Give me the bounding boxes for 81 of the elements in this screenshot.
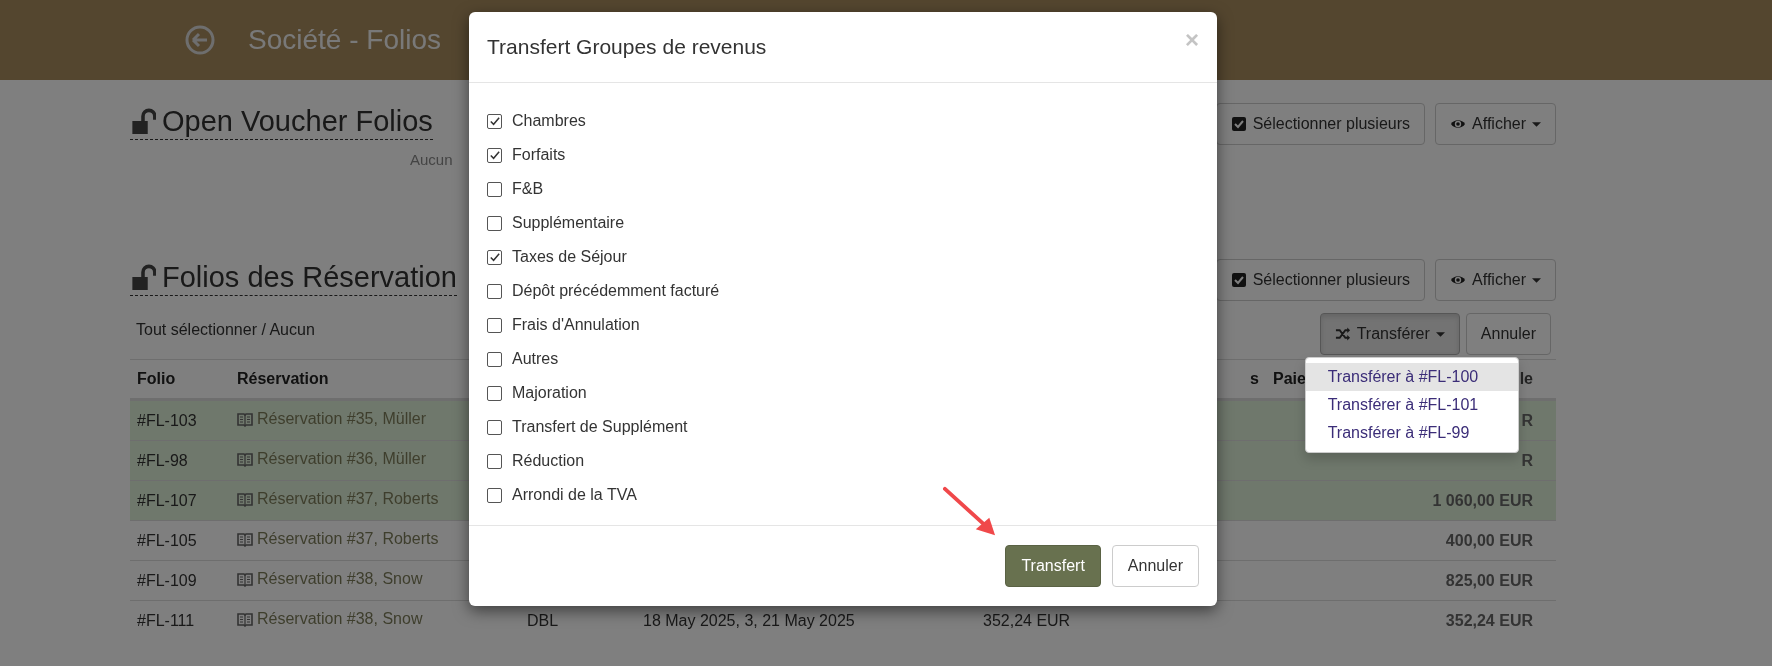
checkbox[interactable] <box>487 215 502 231</box>
table-cell: 18 May 2025, 3, 21 May 2025 <box>643 611 855 629</box>
book-icon <box>237 451 253 467</box>
column-header: Paie <box>1273 370 1306 387</box>
table-cell: R <box>1521 411 1533 429</box>
checkbox-label: Majoration <box>512 384 587 402</box>
reservation-link[interactable]: Réservation #38, Snow <box>257 570 423 588</box>
menu-item[interactable]: Transférer à #FL-99 <box>1305 419 1518 447</box>
column-header: Réservation <box>237 370 329 387</box>
checkbox-icon <box>1230 272 1247 288</box>
table-cell: #FL-109 <box>137 571 197 589</box>
table-cell: R <box>1521 451 1533 469</box>
cancel-button[interactable]: Annuler <box>1465 313 1551 355</box>
table-cell: 352,24 EUR <box>983 611 1071 629</box>
select-all-link[interactable]: Tout sélectionner / Aucun <box>130 313 315 339</box>
empty-message: Aucun <box>410 151 453 168</box>
unlock-icon <box>130 108 156 134</box>
menu-item[interactable]: Transférer à #FL-101 <box>1305 391 1518 419</box>
checkbox-icon <box>1230 116 1247 132</box>
table-cell: 400,00 EUR <box>1445 531 1533 549</box>
checkbox-label: Taxes de Séjour <box>512 248 627 266</box>
section-heading: Open Voucher Folios <box>130 104 433 140</box>
reservation-link[interactable]: Réservation #37, Roberts <box>257 530 439 548</box>
table-cell: DBL <box>527 611 559 629</box>
checkbox[interactable] <box>487 147 502 163</box>
checkbox[interactable] <box>487 453 502 469</box>
checkbox-label: Autres <box>512 350 559 368</box>
checkbox[interactable] <box>487 351 502 367</box>
checkbox-label: Frais d'Annulation <box>512 316 640 334</box>
checkbox[interactable] <box>487 419 502 435</box>
reservation-link[interactable]: Réservation #38, Snow <box>257 610 423 628</box>
table-cell: #FL-98 <box>137 451 188 469</box>
column-header: s <box>1250 370 1259 387</box>
table-cell: 352,24 EUR <box>1445 611 1533 629</box>
reservation-link[interactable]: Réservation #36, Müller <box>257 450 426 468</box>
checkbox[interactable] <box>487 113 502 129</box>
checkbox[interactable] <box>487 249 502 265</box>
dropdown-button[interactable]: Afficher <box>1435 259 1556 301</box>
checkbox[interactable] <box>487 181 502 197</box>
shuffle-icon <box>1334 326 1351 342</box>
reservation-link[interactable]: Réservation #37, Roberts <box>257 490 439 508</box>
cancel-button[interactable]: Annuler <box>1111 545 1199 587</box>
page-title: Société - Folios <box>248 24 441 56</box>
book-icon <box>237 571 253 587</box>
checkbox[interactable] <box>487 487 502 503</box>
reservation-link[interactable]: Réservation #35, Müller <box>257 410 426 428</box>
table-cell: #FL-105 <box>137 531 197 549</box>
table-cell: 1 060,00 EUR <box>1432 491 1533 509</box>
book-icon <box>237 411 253 427</box>
checkbox-label: Transfert de Supplément <box>512 418 688 436</box>
transfer-button[interactable]: Transfert <box>1005 545 1101 587</box>
menu-item[interactable]: Transférer à #FL-100 <box>1305 363 1518 391</box>
table-cell: #FL-111 <box>137 611 195 629</box>
checkbox-label: Forfaits <box>512 146 566 164</box>
select-button[interactable]: Sélectionner plusieurs <box>1215 103 1426 145</box>
column-header: Folio <box>137 370 176 387</box>
select-button[interactable]: Sélectionner plusieurs <box>1215 259 1426 301</box>
column-header: le <box>1519 370 1533 387</box>
checkbox-label: F&B <box>512 180 544 198</box>
checkbox-label: Chambres <box>512 112 586 130</box>
book-icon <box>237 611 253 627</box>
book-icon <box>237 531 253 547</box>
caret-icon <box>1532 121 1541 127</box>
checkbox[interactable] <box>487 317 502 333</box>
book-icon <box>237 491 253 507</box>
caret-icon <box>1435 331 1445 337</box>
checkbox[interactable] <box>487 283 502 299</box>
dropdown-button[interactable]: Afficher <box>1435 103 1556 145</box>
section-heading: Folios des Réservation <box>130 260 457 296</box>
table-cell: 825,00 EUR <box>1445 571 1533 589</box>
checkbox-label: Supplémentaire <box>512 214 625 232</box>
checkbox-label: Arrondi de la TVA <box>512 486 637 504</box>
dropdown-button[interactable]: Transférer <box>1319 313 1460 355</box>
table-cell: #FL-107 <box>137 491 197 509</box>
checkbox[interactable] <box>487 385 502 401</box>
caret-icon <box>1532 277 1541 283</box>
checkbox-label: Réduction <box>512 452 585 470</box>
table-cell: #FL-103 <box>137 411 197 429</box>
dialog-title: Transfert Groupes de revenus <box>487 35 767 59</box>
checkbox-label: Dépôt précédemment facturé <box>512 282 720 300</box>
unlock-icon <box>130 264 156 290</box>
